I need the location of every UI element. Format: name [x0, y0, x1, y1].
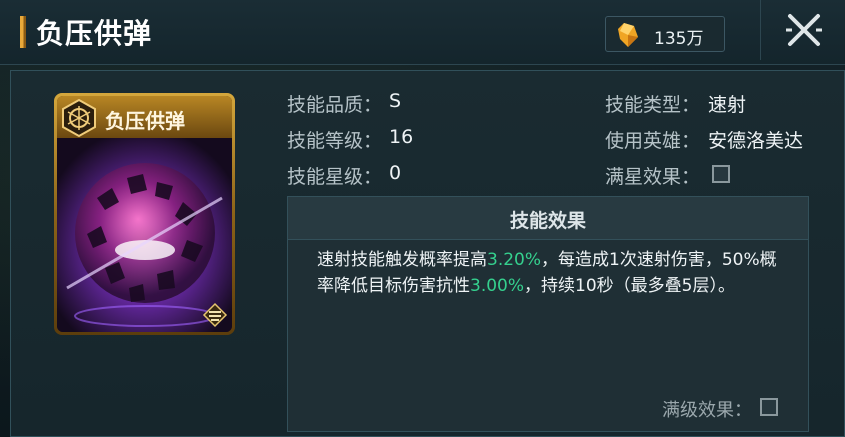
currency-amount: 135万	[654, 29, 704, 49]
skill-card: 负压供弹	[54, 93, 235, 335]
effect-text-1: 速射技能触发概率提高	[317, 250, 487, 270]
quality-value: S	[389, 90, 402, 112]
effect-description: 速射技能触发概率提高3.20%，每造成1次速射伤害，50%概率降低目标伤害抗性3…	[317, 247, 787, 299]
close-button[interactable]	[760, 0, 845, 60]
hero-value: 安德洛美达	[708, 130, 804, 152]
max-star-checkbox[interactable]	[712, 165, 730, 183]
header-bar: 负压供弹 135万	[0, 0, 845, 65]
level-label: 技能等级：	[287, 130, 383, 152]
star-label: 技能星级：	[287, 166, 383, 188]
max-star-label: 满星效果：	[605, 166, 701, 188]
grade-chevron-icon	[202, 302, 228, 328]
currency-display: 135万	[605, 16, 725, 52]
effect-value-2: 3.00%	[470, 276, 525, 296]
page-title: 负压供弹	[36, 17, 153, 50]
effect-title: 技能效果	[509, 210, 586, 232]
level-value: 16	[389, 126, 414, 148]
hero-label: 使用英雄：	[605, 130, 701, 152]
quality-label: 技能品质：	[287, 94, 383, 116]
type-label: 技能类型：	[605, 94, 701, 116]
effect-value-1: 3.20%	[487, 250, 542, 270]
star-value: 0	[389, 162, 402, 184]
max-level-label: 满级效果：	[662, 400, 752, 421]
effect-title-bar: 技能效果	[288, 197, 808, 240]
skill-card-name: 负压供弹	[105, 109, 185, 133]
max-level-checkbox[interactable]	[760, 398, 778, 416]
title-accent-bar	[20, 16, 26, 48]
type-value: 速射	[708, 94, 747, 116]
close-icon	[785, 14, 822, 46]
effect-text-3: ，持续10秒（最多叠5层）。	[524, 276, 735, 296]
hexagon-emblem-icon	[62, 98, 96, 138]
crystal-icon	[618, 23, 638, 47]
